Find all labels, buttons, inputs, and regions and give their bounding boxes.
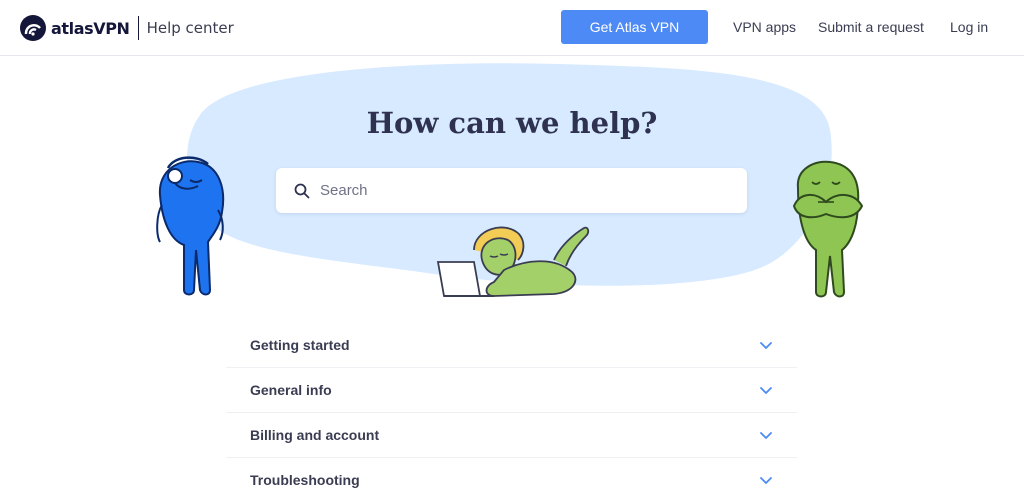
search-input[interactable] <box>320 182 720 199</box>
search-icon <box>294 183 310 198</box>
category-getting-started[interactable]: Getting started <box>226 323 797 368</box>
category-label: Getting started <box>250 337 350 353</box>
category-troubleshooting[interactable]: Troubleshooting <box>226 458 797 492</box>
search-bar[interactable] <box>276 168 747 213</box>
category-accordion: Getting started General info Billing and… <box>226 323 797 492</box>
category-label: General info <box>250 382 332 398</box>
chevron-down-icon <box>760 342 772 349</box>
green-mascot-laptop-illustration <box>436 226 590 297</box>
category-label: Troubleshooting <box>250 472 360 488</box>
chevron-down-icon <box>760 387 772 394</box>
category-label: Billing and account <box>250 427 380 443</box>
blue-mascot-illustration <box>156 156 225 296</box>
chevron-down-icon <box>760 477 772 484</box>
page-title: How can we help? <box>366 106 658 140</box>
chevron-down-icon <box>760 432 772 439</box>
category-general-info[interactable]: General info <box>226 368 797 413</box>
green-mascot-shy-illustration <box>792 160 864 298</box>
category-billing-and-account[interactable]: Billing and account <box>226 413 797 458</box>
